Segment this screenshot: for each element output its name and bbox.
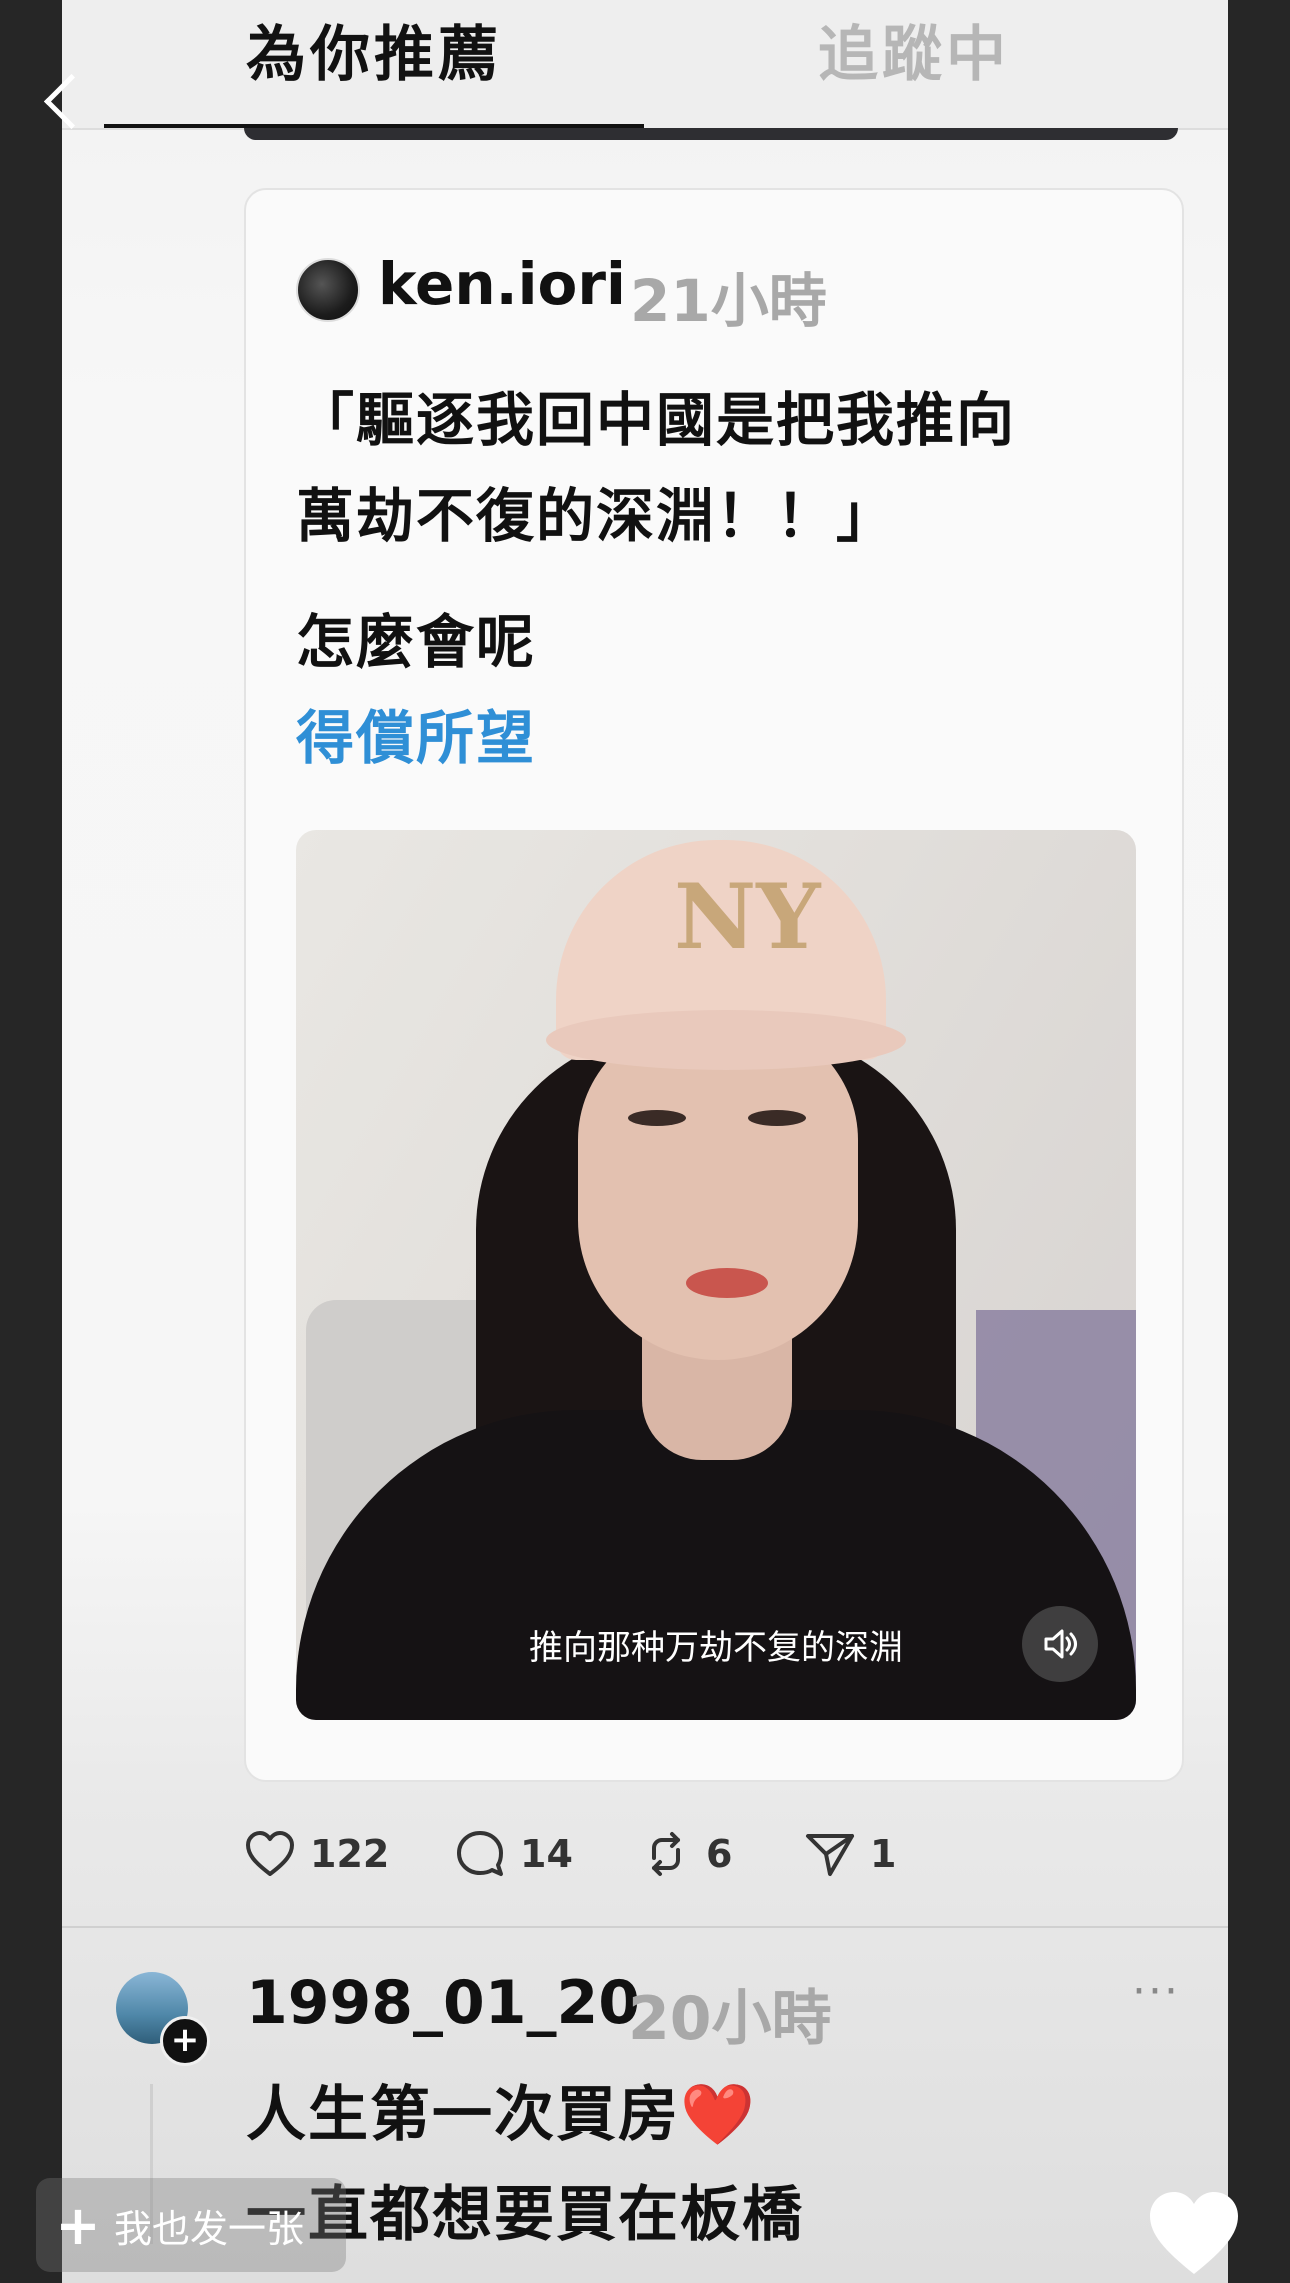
tab-bar: 為你推薦 追蹤中 (62, 0, 1228, 130)
repost-count: 6 (706, 1832, 733, 1876)
left-frame (0, 0, 62, 2283)
post-link[interactable]: 得償所望 (296, 690, 1126, 786)
send-icon (806, 1834, 854, 1876)
post-text: 人生第一次買房 (246, 2080, 680, 2150)
make-similar-button[interactable]: + 我也发一张 (36, 2178, 346, 2272)
avatar[interactable] (296, 258, 360, 322)
repost-icon (652, 1832, 680, 1876)
video-player[interactable]: NY 推向那种万劫不复的深淵 (296, 830, 1136, 1720)
post-username[interactable]: ken.iori (378, 250, 626, 318)
previous-image-edge (244, 128, 1178, 140)
post-username[interactable]: 1998_01_20 (246, 1968, 640, 2038)
right-eye (748, 1110, 806, 1126)
post-text-line-1: 人生第一次買房❤️ (246, 2066, 757, 2153)
post-divider (62, 1926, 1228, 1928)
share-count: 1 (870, 1832, 897, 1876)
make-similar-label: 我也发一张 (114, 2206, 305, 2251)
heart-emoji: ❤️ (680, 2080, 757, 2150)
post-body: 「驅逐我回中國是把我推向 萬劫不復的深淵！！」 怎麼會呢 得償所望 (296, 372, 1126, 786)
cap-brim (546, 1010, 906, 1070)
comment-button[interactable]: 14 (454, 1822, 573, 1886)
post-actions: 122 14 6 1 (244, 1822, 1144, 1886)
like-button[interactable]: 122 (244, 1822, 389, 1886)
post-time: 21小時 (630, 267, 827, 335)
follow-plus-icon[interactable]: + (160, 2016, 210, 2066)
app-screen: 為你推薦 追蹤中 ken.iori 21小時 「驅逐我回中國是把我推向 萬劫不復… (62, 0, 1228, 2283)
plus-icon: + (55, 2193, 101, 2257)
comment-count: 14 (520, 1832, 573, 1876)
right-frame (1228, 0, 1290, 2283)
repost-button[interactable]: 6 (640, 1822, 732, 1886)
video-subtitle: 推向那种万劫不复的深淵 (529, 1628, 903, 1668)
speaker-icon[interactable] (1022, 1606, 1098, 1682)
post-comment: 怎麼會呢 (296, 608, 537, 676)
more-options-icon[interactable]: ··· (1132, 1966, 1180, 2017)
quote-line-1: 「驅逐我回中國是把我推向 (296, 386, 1017, 454)
like-count: 122 (310, 1832, 390, 1876)
like-heart-icon[interactable] (1146, 2188, 1242, 2278)
share-button[interactable]: 1 (804, 1822, 896, 1886)
left-eye (628, 1110, 686, 1126)
comment-icon (457, 1831, 503, 1876)
lips (686, 1268, 768, 1298)
tab-following[interactable]: 追蹤中 (818, 6, 1010, 93)
heart-icon (246, 1831, 294, 1876)
quoted-post-card[interactable]: ken.iori 21小時 「驅逐我回中國是把我推向 萬劫不復的深淵！！」 怎麼… (244, 188, 1184, 1782)
cap-logo: NY (674, 864, 821, 970)
person-face (578, 1020, 858, 1360)
quote-line-2: 萬劫不復的深淵！！」 (296, 482, 897, 550)
tab-for-you[interactable]: 為你推薦 (246, 6, 502, 93)
post-time: 20小時 (628, 1984, 832, 2054)
